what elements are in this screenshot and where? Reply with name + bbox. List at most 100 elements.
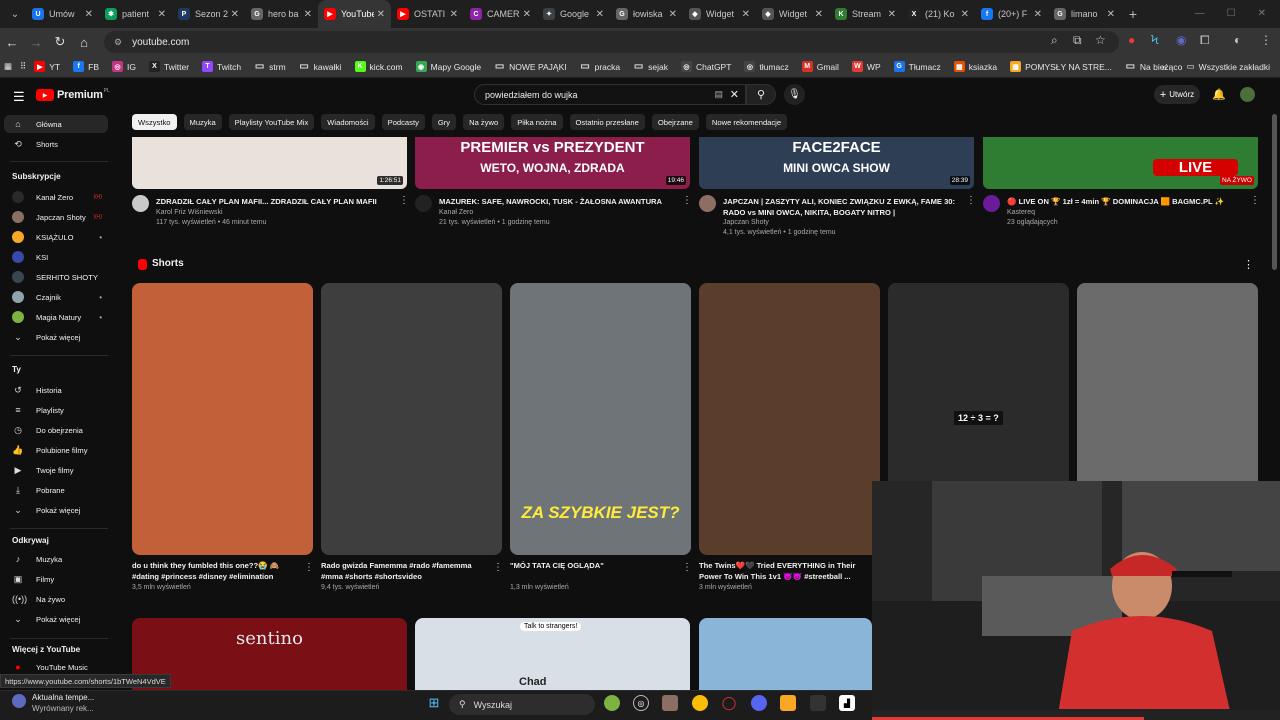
video-thumbnail[interactable]: FACE2FACE MINI OWCA SHOW 28:39 [699, 137, 974, 189]
bookmark-item[interactable]: M Gmail [801, 61, 839, 72]
short-thumbnail[interactable] [321, 283, 502, 555]
sidebar-subscription[interactable]: KSI [4, 248, 108, 266]
vpn-extension-icon[interactable]: ◉ [1176, 33, 1186, 47]
windows-start-icon[interactable]: ⊞ [426, 695, 442, 711]
video-thumbnail[interactable]: 1:26:51 [132, 137, 407, 189]
chip-filter[interactable]: Podcasty [381, 114, 425, 130]
shorts-more-icon[interactable]: ⋮ [1243, 258, 1254, 271]
channel-avatar[interactable] [699, 195, 716, 212]
sidebar-item[interactable]: ⌄ Pokaż więcej [4, 610, 108, 628]
channel-name[interactable]: Kanał Zero [439, 209, 473, 216]
chip-filter[interactable]: Nowe rekomendacje [705, 114, 788, 130]
tab-search-icon[interactable]: ⌄ [4, 0, 26, 28]
file-explorer-icon[interactable] [780, 695, 796, 711]
bookmark-item[interactable]: ◎ IG [112, 61, 136, 72]
tab-close-icon[interactable]: ✕ [596, 9, 604, 20]
browser-tab[interactable]: U Umów ✕ [26, 0, 99, 28]
sidebar-item[interactable]: ♪ Muzyka [4, 550, 108, 568]
extensions-puzzle-icon[interactable]: ⧠ [1200, 33, 1210, 48]
browser-tab[interactable]: ◆ Widget ✕ [683, 0, 756, 28]
tab-close-icon[interactable]: ✕ [742, 9, 750, 20]
sidebar-item[interactable]: ⌄ Pokaż więcej [4, 328, 108, 346]
short-thumbnail[interactable] [699, 283, 880, 555]
chip-filter[interactable]: Muzyka [183, 114, 222, 130]
video-thumbnail[interactable]: PREMIER vs PREZYDENT WETO, WOJNA, ZDRADA 1… [415, 137, 690, 189]
short-title[interactable]: do u think they fumbled this one??😭 🙈 #d… [132, 560, 297, 582]
bookmark-item[interactable]: ◎ tłumacz [744, 61, 789, 72]
chip-filter[interactable]: Obejrzane [651, 114, 699, 130]
tab-close-icon[interactable]: ✕ [961, 9, 969, 20]
weather-widget[interactable]: Aktualna tempe... Wyrównany rek... [12, 692, 94, 714]
app-icon-2[interactable] [810, 695, 826, 711]
chrome-icon[interactable] [692, 695, 708, 711]
bookmark-item[interactable]: ▭ pracka [580, 61, 620, 72]
account-avatar[interactable] [1240, 87, 1255, 102]
short-title[interactable]: The Twins❤️🖤 Tried EVERYTHING in Their P… [699, 560, 864, 582]
channel-avatar[interactable] [415, 195, 432, 212]
back-icon[interactable]: ← [0, 35, 24, 50]
minimize-icon[interactable]: — [1195, 8, 1205, 19]
tab-close-icon[interactable]: ✕ [815, 9, 823, 20]
sidebar-subscription[interactable]: SERHITO SHOTY [4, 268, 108, 286]
voice-search-button[interactable]: 🎙 [784, 84, 805, 105]
page-scrollbar[interactable] [1272, 114, 1277, 270]
sidebar-subscription[interactable]: Japczan Shoty ((•)) [4, 208, 108, 226]
browser-menu-icon[interactable]: ⋮ [1260, 33, 1272, 47]
bookmark-item[interactable]: f FB [73, 61, 99, 72]
sidebar-item[interactable]: ▶ Twoje filmy [4, 461, 108, 479]
menu-hamburger-icon[interactable]: ☰ [13, 89, 25, 105]
chip-filter[interactable]: Piłka nożna [511, 114, 563, 130]
short-menu-icon[interactable]: ⋮ [493, 562, 503, 573]
install-icon[interactable]: ⧉ [1073, 33, 1082, 48]
browser-tab[interactable]: K Stream ✕ [829, 0, 902, 28]
taskbar-search[interactable]: ⚲ Wyszukaj [449, 694, 595, 715]
search-input[interactable]: powiedziałem do wujka ▤ ✕ [474, 84, 746, 105]
subscriptions-header[interactable]: Subskrypcje [12, 172, 61, 181]
bookmarks-overflow-icon[interactable]: » [1162, 62, 1167, 72]
short-menu-icon[interactable]: ⋮ [304, 562, 314, 573]
sidebar-subscription[interactable]: Magia Natury • [4, 308, 108, 326]
record-extension-icon[interactable]: ● [1128, 33, 1135, 47]
tab-close-icon[interactable]: ✕ [888, 9, 896, 20]
search-button[interactable]: ⚲ [746, 84, 776, 105]
sidebar-item[interactable]: ⌂ Główna [4, 115, 108, 133]
video-title[interactable]: JAPCZAN | ZASZYTY ALI, KONIEC ZWIĄZKU Z … [723, 196, 956, 218]
reload-icon[interactable]: ↻ [48, 34, 72, 50]
obs-icon[interactable]: ◎ [633, 695, 649, 711]
youtube-logo[interactable]: ▶ Premium PL [36, 88, 110, 101]
sidebar-item[interactable]: ((•)) Na żywo [4, 590, 108, 608]
tab-close-icon[interactable]: ✕ [158, 9, 166, 20]
browser-tab[interactable]: ◆ Widget ✕ [756, 0, 829, 28]
video-menu-icon[interactable]: ⋮ [399, 195, 409, 206]
bookmark-item[interactable]: ▦ POMYSŁY NA STRE... [1010, 61, 1112, 72]
browser-tab[interactable]: X (21) Ko ✕ [902, 0, 975, 28]
chip-filter[interactable]: Playlisty YouTube Mix [228, 114, 315, 130]
opera-icon[interactable]: ◯ [721, 695, 737, 711]
bookmark-item[interactable]: X Twitter [149, 61, 189, 72]
browser-tab[interactable]: f (20+) F ✕ [975, 0, 1048, 28]
keyboard-icon[interactable]: ▤ [714, 89, 723, 100]
chip-filter[interactable]: Wszystko [132, 114, 177, 130]
tab-close-icon[interactable]: ✕ [304, 9, 312, 20]
app-icon-3[interactable]: ▟ [839, 695, 855, 711]
sidebar-item[interactable]: ◷ Do obejrzenia [4, 421, 108, 439]
video-thumbnail[interactable]: LIVE NA ŻYWO [983, 137, 1258, 189]
channel-avatar[interactable] [983, 195, 1000, 212]
browser-tab[interactable]: Ghero ba ✕ [245, 0, 318, 28]
video-menu-icon[interactable]: ⋮ [682, 195, 692, 206]
bookmark-item[interactable]: Kkick.com [354, 61, 403, 72]
chip-filter[interactable]: Ostatnio przesłane [569, 114, 645, 130]
bookmark-item[interactable]: ▦ ksiazka [953, 61, 997, 72]
bookmark-item[interactable]: ▭ sejak [633, 61, 668, 72]
bookmark-star-icon[interactable]: ☆ [1095, 33, 1106, 47]
apps-icon[interactable]: ⠿ [20, 61, 26, 72]
tab-close-icon[interactable]: ✕ [450, 9, 458, 20]
bookmark-item[interactable]: W WP [851, 61, 881, 72]
photo-app-icon[interactable] [662, 695, 678, 711]
sidebar-item[interactable]: ≡ Playlisty [4, 401, 108, 419]
all-bookmarks-link[interactable]: Wszystkie zakładki [1199, 62, 1270, 72]
tab-close-icon[interactable]: ✕ [1034, 9, 1042, 20]
bookmark-item[interactable]: ▭ strm [254, 61, 286, 72]
sidebar-item[interactable]: 👍 Polubione filmy [4, 441, 108, 459]
app-icon-1[interactable] [604, 695, 620, 711]
